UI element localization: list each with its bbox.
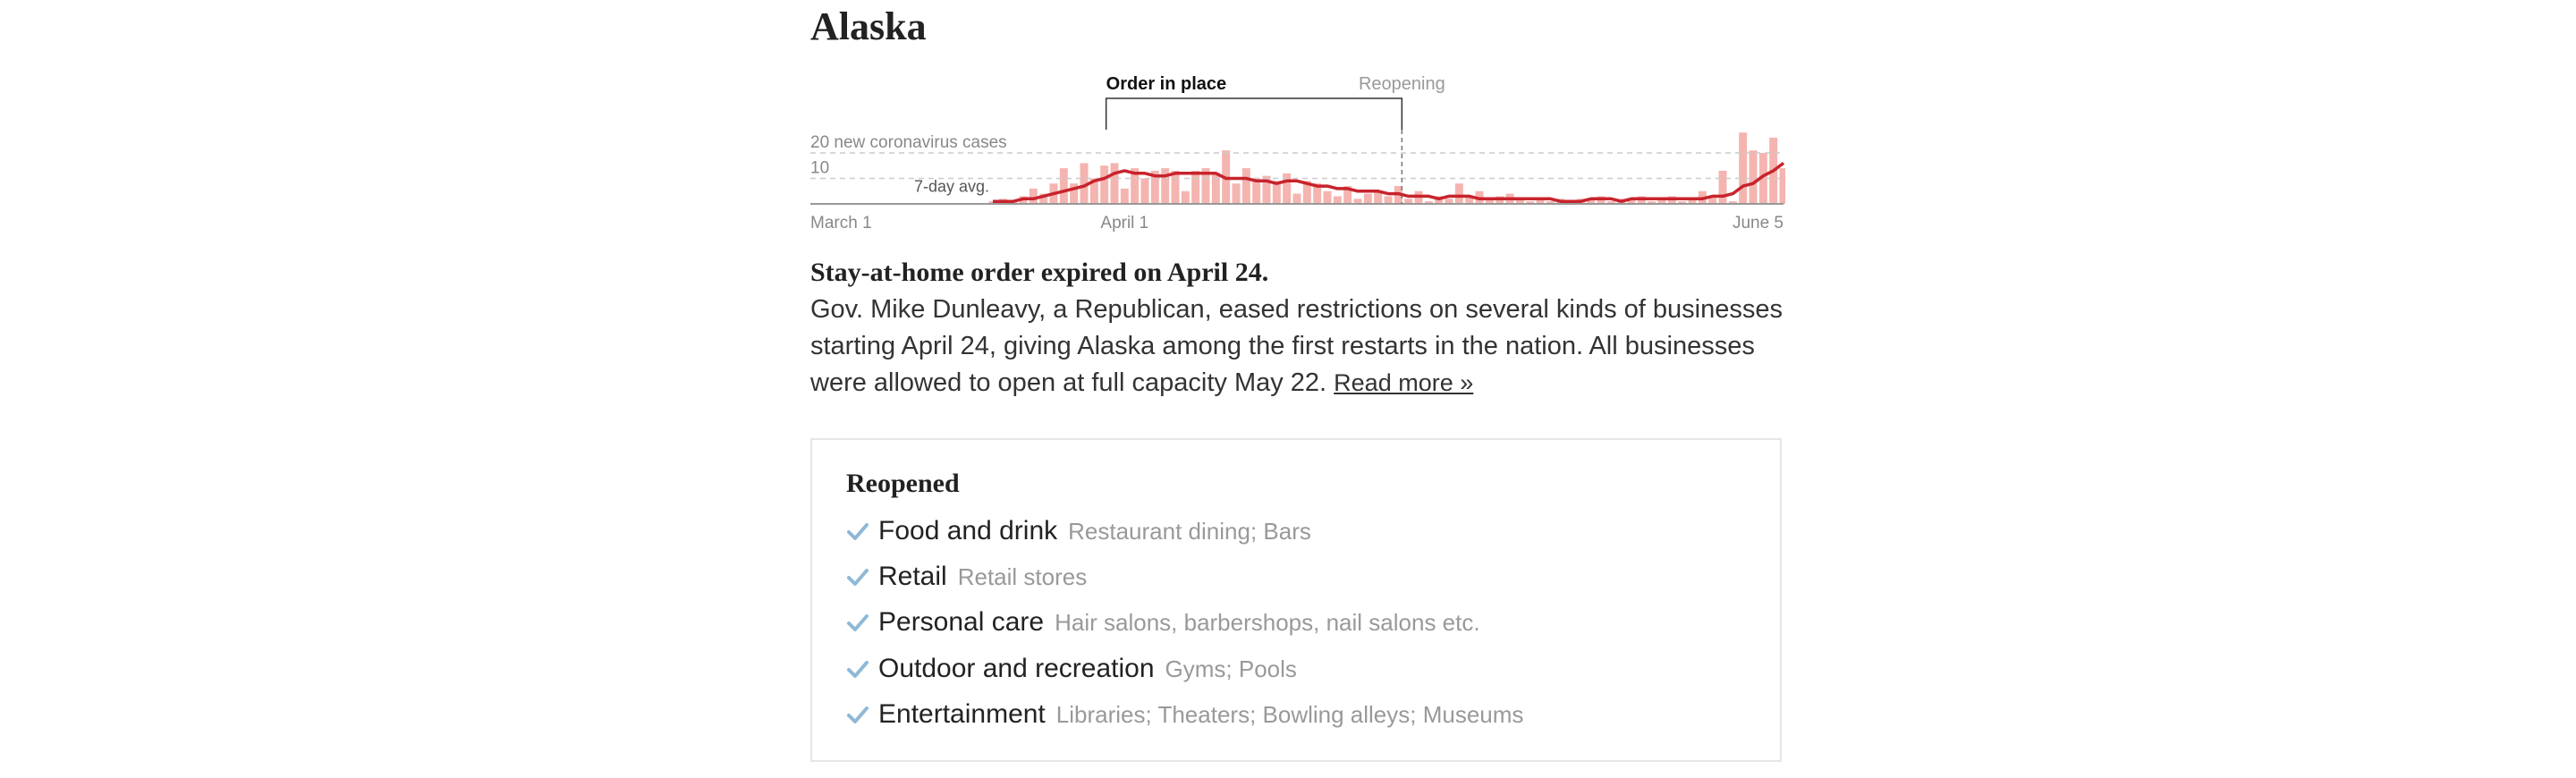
category-personal-care: Personal care Hair salons, barbershops, … — [846, 603, 1480, 642]
cases-chart: Order in place Reopening 20 new coronavir… — [810, 74, 1785, 233]
category-detail: Restaurant dining; Bars — [1068, 517, 1311, 545]
category-retail: Retail Retail stores — [846, 557, 1087, 596]
case-bar — [1120, 188, 1129, 204]
x-tick-label: April 1 — [1100, 214, 1148, 233]
case-bar — [1161, 168, 1170, 204]
reopened-title: Reopened — [846, 469, 960, 498]
case-bar — [1100, 165, 1109, 204]
category-outdoor-and-recreation: Outdoor and recreation Gyms; Pools — [846, 649, 1297, 689]
category-food-and-drink: Food and drink Restaurant dining; Bars — [846, 512, 1311, 551]
status-headline: Stay-at-home order expired on April 24. — [810, 258, 1269, 287]
case-bar — [1110, 163, 1119, 204]
category-detail: Gyms; Pools — [1165, 655, 1297, 682]
category-name: Personal care — [878, 607, 1045, 637]
case-bar — [1363, 193, 1372, 204]
case-bar — [1029, 188, 1038, 204]
case-bar — [1779, 168, 1785, 204]
case-bar — [1171, 170, 1180, 204]
x-tick-label: June 5 — [1733, 214, 1784, 233]
check-icon — [847, 523, 869, 540]
status-text: Gov. Mike Dunleavy, a Republican, eased … — [810, 295, 1783, 397]
case-bar — [1323, 190, 1332, 204]
check-icon — [847, 569, 869, 586]
case-bar — [1749, 150, 1758, 204]
category-name: Entertainment — [878, 699, 1046, 729]
category-entertainment: Entertainment Libraries; Theaters; Bowli… — [846, 695, 1523, 734]
reopened-panel: Reopened Food and drink Restaurant dinin… — [810, 438, 1782, 762]
case-bar — [1384, 196, 1393, 204]
y-axis-label: 20 new coronavirus cases — [810, 133, 1007, 152]
order-label: Order in place — [1106, 74, 1227, 94]
category-detail: Retail stores — [957, 562, 1088, 590]
case-bar — [1059, 168, 1068, 204]
avg-label: 7-day avg. — [914, 178, 989, 196]
case-bar — [1181, 190, 1190, 204]
case-bar — [1292, 193, 1301, 204]
check-icon — [847, 706, 869, 723]
case-bar — [1191, 170, 1200, 204]
category-name: Outdoor and recreation — [878, 654, 1155, 683]
category-name: Food and drink — [878, 516, 1058, 545]
category-detail: Libraries; Theaters; Bowling alleys; Mus… — [1055, 700, 1524, 728]
case-bar — [1140, 178, 1149, 204]
reopening-label: Reopening — [1359, 74, 1445, 94]
check-icon — [847, 614, 869, 631]
status-body: Gov. Mike Dunleavy, a Republican, eased … — [810, 292, 1785, 402]
category-name: Retail — [878, 562, 947, 591]
case-bar — [1241, 168, 1250, 204]
case-bar — [1333, 196, 1342, 204]
check-icon — [847, 661, 869, 678]
x-tick-label: March 1 — [810, 214, 872, 233]
labels-layer: 20 new coronavirus cases 10 March 1 April 1… — [810, 133, 1784, 233]
case-bar — [1739, 132, 1748, 204]
case-bar — [1454, 183, 1463, 204]
y-tick-label: 10 — [810, 159, 829, 178]
read-more-link[interactable]: Read more » — [1334, 369, 1473, 396]
category-detail: Hair salons, barbershops, nail salons et… — [1055, 608, 1480, 636]
case-bar — [1718, 170, 1727, 204]
state-title: Alaska — [810, 4, 927, 48]
case-bar — [1232, 183, 1241, 204]
order-bracket — [1105, 97, 1403, 130]
